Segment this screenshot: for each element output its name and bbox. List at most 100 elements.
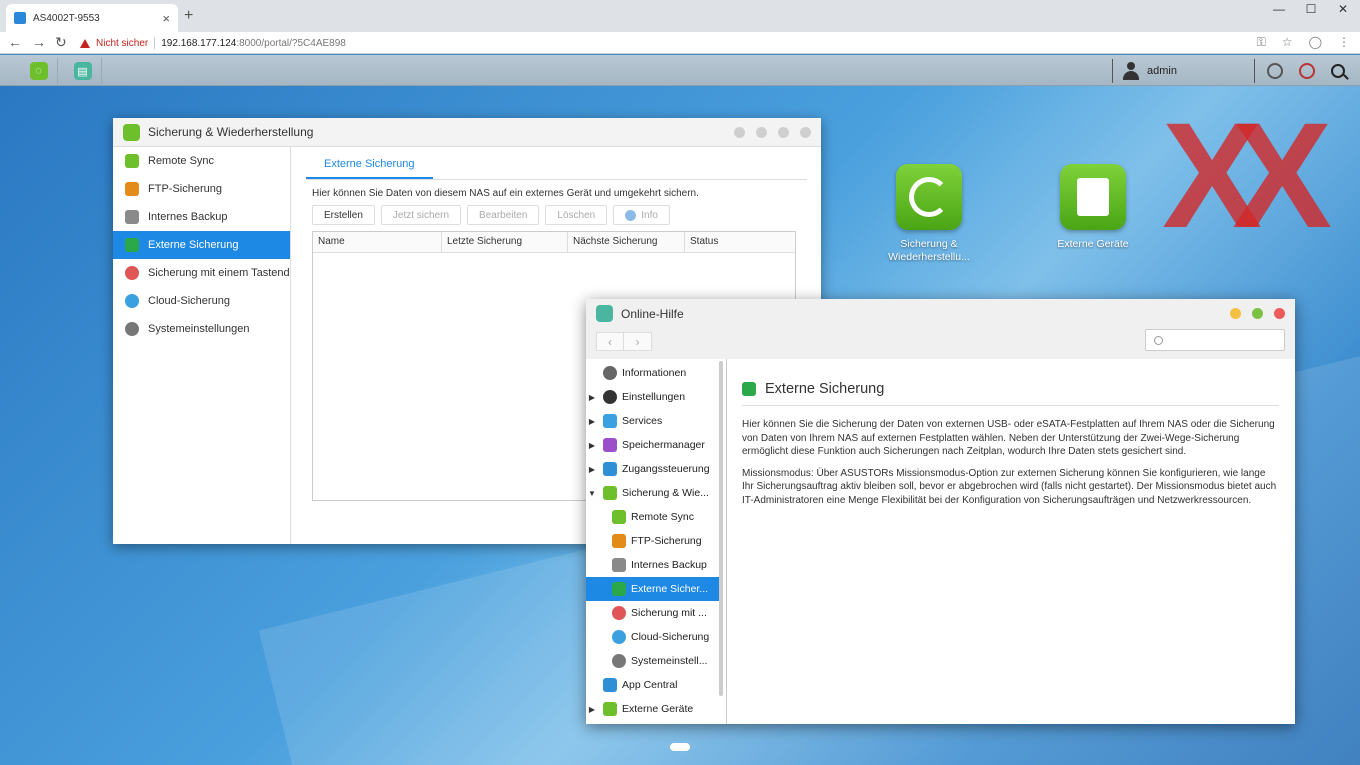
column-last-backup[interactable]: Letzte Sicherung <box>442 232 568 252</box>
column-status[interactable]: Status <box>685 232 795 252</box>
search-input[interactable] <box>1145 329 1285 351</box>
close-tab-icon[interactable]: × <box>162 11 170 26</box>
key-icon[interactable]: ⚿ <box>1257 35 1266 50</box>
tree-item-backup[interactable]: ▼ Sicherung & Wie... <box>586 481 719 505</box>
window-titlebar[interactable]: Online-Hilfe <box>586 299 1295 328</box>
sidebar-item-remote-sync[interactable]: Remote Sync <box>113 147 290 175</box>
expand-icon[interactable]: ▶ <box>586 465 598 474</box>
maximize-button[interactable]: ☐ <box>1296 2 1326 16</box>
collapse-icon[interactable]: ▼ <box>586 489 598 498</box>
activity-icon[interactable] <box>1267 63 1283 79</box>
minimize-button[interactable] <box>734 126 745 138</box>
dock-handle[interactable] <box>670 743 690 751</box>
services-icon <box>603 414 617 428</box>
sidebar-item-system-settings[interactable]: Systemeinstellungen <box>113 315 290 343</box>
tree-item-settings[interactable]: ▶ Einstellungen <box>586 385 719 409</box>
back-arrow-icon[interactable]: ← <box>8 34 22 50</box>
backup-now-button[interactable]: Jetzt sichern <box>380 205 462 225</box>
new-tab-button[interactable]: + <box>184 7 193 25</box>
info-button[interactable]: Info <box>613 205 670 225</box>
expand-icon[interactable]: ▶ <box>586 393 598 402</box>
tree-item-storage[interactable]: ▶ Speichermanager <box>586 433 719 457</box>
external-backup-icon <box>125 238 139 252</box>
close-button[interactable] <box>1274 308 1285 319</box>
desktop-icon-label: Externe Geräte <box>1057 238 1129 250</box>
tree-item-ftp[interactable]: FTP-Sicherung <box>586 529 719 553</box>
tree-item-system-settings[interactable]: Systemeinstell... <box>586 649 719 673</box>
forward-arrow-icon[interactable]: → <box>32 34 46 50</box>
star-icon[interactable]: ☆ <box>1282 35 1293 50</box>
backup-icon <box>603 486 617 500</box>
help-app-icon <box>596 305 613 322</box>
help-heading: Externe Sicherung <box>742 381 1279 406</box>
tree-scrollbar[interactable] <box>719 361 723 696</box>
desktop-icon-label: Sicherung & Wiederherstellu... <box>888 238 970 263</box>
maximize-button[interactable] <box>1252 308 1263 319</box>
taskbar-tools <box>1254 59 1345 83</box>
address-bar: ← → ↻ Nicht sicher 192.168.177.124:8000/… <box>0 32 1360 54</box>
internal-backup-icon <box>125 210 139 224</box>
desktop-icon-external-devices[interactable]: Externe Geräte <box>1038 164 1148 251</box>
tree-item-remote-sync[interactable]: Remote Sync <box>586 505 719 529</box>
backup-app-icon <box>123 123 140 141</box>
create-button[interactable]: Erstellen <box>312 205 375 225</box>
tree-item-external-backup[interactable]: Externe Sicher... <box>586 577 719 601</box>
backup-sidebar: Remote Sync FTP-Sicherung Internes Backu… <box>113 147 291 544</box>
tree-item-app-central[interactable]: App Central <box>586 673 719 697</box>
search-icon[interactable] <box>1331 64 1345 78</box>
sidebar-item-ftp[interactable]: FTP-Sicherung <box>113 175 290 203</box>
help-body: Informationen ▶ Einstellungen ▶ Services ▶… <box>586 359 1295 724</box>
url-field[interactable]: Nicht sicher 192.168.177.124:8000/portal… <box>80 34 346 52</box>
tree-item-information[interactable]: Informationen <box>586 361 719 385</box>
window-titlebar[interactable]: Sicherung & Wiederherstellung <box>113 118 821 147</box>
tree-item-one-touch[interactable]: Sicherung mit ... <box>586 601 719 625</box>
search-icon <box>1154 335 1163 345</box>
tree-item-access-control[interactable]: ▶ Zugangssteuerung <box>586 457 719 481</box>
menu-icon[interactable]: ⋮ <box>1338 35 1350 50</box>
tree-item-services[interactable]: ▶ Services <box>586 409 719 433</box>
url-separator <box>154 37 156 49</box>
tab-external-backup[interactable]: Externe Sicherung <box>306 158 433 179</box>
desktop-icon-backup[interactable]: Sicherung & Wiederherstellu... <box>874 164 984 264</box>
expand-icon[interactable]: ▶ <box>586 417 598 426</box>
sidebar-item-internal-backup[interactable]: Internes Backup <box>113 203 290 231</box>
sidebar-item-external-backup[interactable]: Externe Sicherung <box>113 231 290 259</box>
minimize-button[interactable]: — <box>1264 2 1294 16</box>
backup-description: Hier können Sie Daten von diesem NAS auf… <box>312 188 699 199</box>
column-name[interactable]: Name <box>313 232 442 252</box>
not-secure-label[interactable]: Nicht sicher <box>96 38 148 49</box>
user-menu[interactable]: admin <box>1112 59 1177 83</box>
browser-tab[interactable]: AS4002T-9553 × <box>6 4 178 32</box>
backup-tile-icon <box>896 164 962 230</box>
info-icon <box>603 366 617 380</box>
help-tree: Informationen ▶ Einstellungen ▶ Services ▶… <box>586 359 727 724</box>
maximize-button[interactable] <box>778 126 789 138</box>
close-button[interactable] <box>800 126 811 138</box>
edit-button[interactable]: Bearbeiten <box>467 205 540 225</box>
taskbar-help-app[interactable]: ▤ <box>64 58 102 84</box>
window-title: Online-Hilfe <box>621 306 684 321</box>
minimize-button[interactable] <box>1230 308 1241 319</box>
profile-icon[interactable]: ◯ <box>1309 35 1322 50</box>
column-next-backup[interactable]: Nächste Sicherung <box>568 232 685 252</box>
taskbar-backup-app[interactable]: ◌ <box>20 58 58 84</box>
access-icon <box>603 462 617 476</box>
tree-item-external-devices[interactable]: ▶ Externe Geräte <box>586 697 719 721</box>
expand-icon[interactable]: ▶ <box>586 441 598 450</box>
tab-strip: Externe Sicherung <box>306 147 807 180</box>
sidebar-item-cloud[interactable]: Cloud-Sicherung <box>113 287 290 315</box>
sidebar-item-one-touch[interactable]: Sicherung mit einem Tastendruck <box>113 259 290 287</box>
reload-icon[interactable]: ↻ <box>55 34 67 51</box>
tree-item-internal-backup[interactable]: Internes Backup <box>586 553 719 577</box>
one-touch-icon <box>125 266 139 280</box>
notification-icon[interactable] <box>1299 63 1315 79</box>
window-close-button[interactable]: ✕ <box>1328 2 1358 16</box>
restore-button[interactable] <box>756 126 767 138</box>
delete-button[interactable]: Löschen <box>545 205 608 225</box>
tree-item-cloud[interactable]: Cloud-Sicherung <box>586 625 719 649</box>
forward-button[interactable]: › <box>624 332 652 351</box>
back-button[interactable]: ‹ <box>596 332 624 351</box>
expand-icon[interactable]: ▶ <box>586 705 598 714</box>
warning-icon <box>80 38 90 48</box>
user-icon <box>1123 62 1139 80</box>
